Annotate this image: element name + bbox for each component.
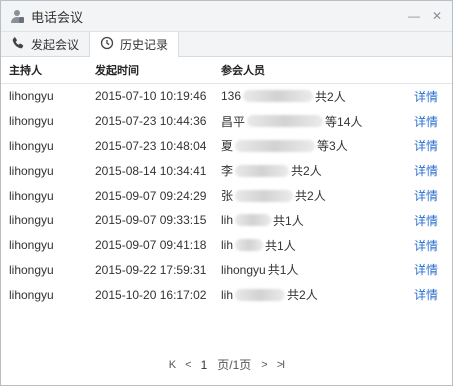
time-cell: 2015-09-22 17:59:31	[95, 262, 207, 277]
time-cell: 2015-09-07 09:41:18	[95, 238, 207, 253]
redacted-mask	[235, 288, 286, 301]
table-row: lihongyu 2015-08-14 10:34:41 李共2人 详情	[1, 158, 452, 183]
detail-link[interactable]: 详情	[398, 237, 452, 254]
host-cell: lihongyu	[9, 287, 54, 302]
table-row: lihongyu 2015-07-23 10:44:36 昌平 等14人 详情	[1, 109, 452, 134]
detail-link[interactable]: 详情	[398, 137, 452, 154]
table-row: lihongyu 2015-09-22 17:59:31 lihongyu 共1人…	[1, 258, 452, 283]
table-row: lihongyu 2015-07-23 10:48:04 夏等3人 详情	[1, 134, 452, 159]
pagination: K < 1 页/1页 > >I	[1, 356, 452, 373]
time-cell: 2015-07-23 10:48:04	[95, 138, 207, 153]
redacted-mask	[243, 90, 314, 103]
table-row: lihongyu 2015-09-07 09:41:18 lih 共1人 详情	[1, 233, 452, 258]
host-cell: lihongyu	[9, 213, 54, 228]
window-title: 电话会议	[31, 9, 84, 25]
participants-cell: lih 共1人	[221, 238, 296, 253]
host-cell: lihongyu	[9, 188, 54, 203]
tab-bar: 发起会议 历史记录	[1, 32, 452, 57]
participants-cell: 夏等3人	[221, 139, 348, 154]
host-cell: lihongyu	[9, 238, 54, 253]
time-cell: 2015-09-07 09:33:15	[95, 213, 207, 228]
window-controls: — ✕	[408, 9, 442, 23]
host-cell: lihongyu	[9, 163, 54, 178]
participants-cell: 136 共2人	[221, 89, 346, 104]
tab-label: 发起会议	[30, 37, 79, 52]
participants-cell: 昌平 等14人	[221, 114, 363, 129]
phone-icon	[11, 36, 25, 53]
time-cell: 2015-09-07 09:24:29	[95, 188, 207, 203]
table-header: 主持人 发起时间 参会人员	[1, 57, 452, 84]
title-bar: 电话会议 — ✕	[1, 1, 452, 32]
time-cell: 2015-07-23 10:44:36	[95, 114, 207, 129]
header-host: 主持人	[9, 65, 42, 77]
current-page[interactable]: 1	[201, 358, 208, 372]
host-cell: lihongyu	[9, 138, 54, 153]
participants-cell: lih 共1人	[221, 213, 304, 228]
redacted-mask	[235, 139, 316, 152]
host-cell: lihongyu	[9, 262, 54, 277]
next-page-button[interactable]: >	[261, 359, 268, 371]
prev-page-button[interactable]: <	[185, 359, 192, 371]
tab-label: 历史记录	[119, 38, 168, 52]
conference-window: 电话会议 — ✕ 发起会议 历史记录 主持人 发起时间 参会人员 lihongy…	[0, 0, 453, 386]
redacted-mask	[235, 189, 294, 202]
table-row: lihongyu 2015-09-07 09:33:15 lih 共1人 详情	[1, 208, 452, 233]
detail-link[interactable]: 详情	[398, 187, 452, 204]
page-total: 页/1页	[217, 358, 252, 372]
time-cell: 2015-08-14 10:34:41	[95, 163, 207, 178]
host-cell: lihongyu	[9, 89, 54, 104]
first-page-button[interactable]: K	[169, 359, 176, 371]
detail-link[interactable]: 详情	[398, 88, 452, 105]
header-participants: 参会人员	[221, 65, 265, 77]
redacted-mask	[235, 239, 264, 252]
table-row: lihongyu 2015-09-07 09:24:29 张共2人 详情	[1, 183, 452, 208]
detail-link[interactable]: 详情	[398, 113, 452, 130]
participants-cell: 李共2人	[221, 164, 322, 179]
minimize-icon[interactable]: —	[408, 9, 420, 23]
table-row: lihongyu 2015-07-10 10:19:46 136 共2人 详情	[1, 84, 452, 109]
participants-cell: lihongyu 共1人	[221, 262, 299, 278]
detail-link[interactable]: 详情	[398, 162, 452, 179]
last-page-button[interactable]: >I	[277, 359, 286, 371]
redacted-mask	[235, 164, 290, 177]
history-list: lihongyu 2015-07-10 10:19:46 136 共2人 详情 l…	[1, 84, 452, 307]
time-cell: 2015-10-20 16:17:02	[95, 287, 207, 302]
close-icon[interactable]: ✕	[432, 9, 442, 23]
participants-cell: 张共2人	[221, 189, 326, 204]
header-time: 发起时间	[95, 65, 139, 77]
time-cell: 2015-07-10 10:19:46	[95, 89, 207, 104]
app-logo-icon	[9, 8, 25, 24]
redacted-mask	[247, 115, 324, 128]
detail-link[interactable]: 详情	[398, 261, 452, 278]
participants-cell: lih 共2人	[221, 287, 318, 303]
host-cell: lihongyu	[9, 114, 54, 129]
redacted-mask	[235, 214, 272, 227]
tab-history[interactable]: 历史记录	[89, 32, 179, 57]
tab-start-conference[interactable]: 发起会议	[1, 32, 89, 56]
detail-link[interactable]: 详情	[398, 212, 452, 229]
clock-icon	[100, 36, 114, 53]
detail-link[interactable]: 详情	[398, 286, 452, 303]
table-row: lihongyu 2015-10-20 16:17:02 lih 共2人 详情	[1, 282, 452, 307]
